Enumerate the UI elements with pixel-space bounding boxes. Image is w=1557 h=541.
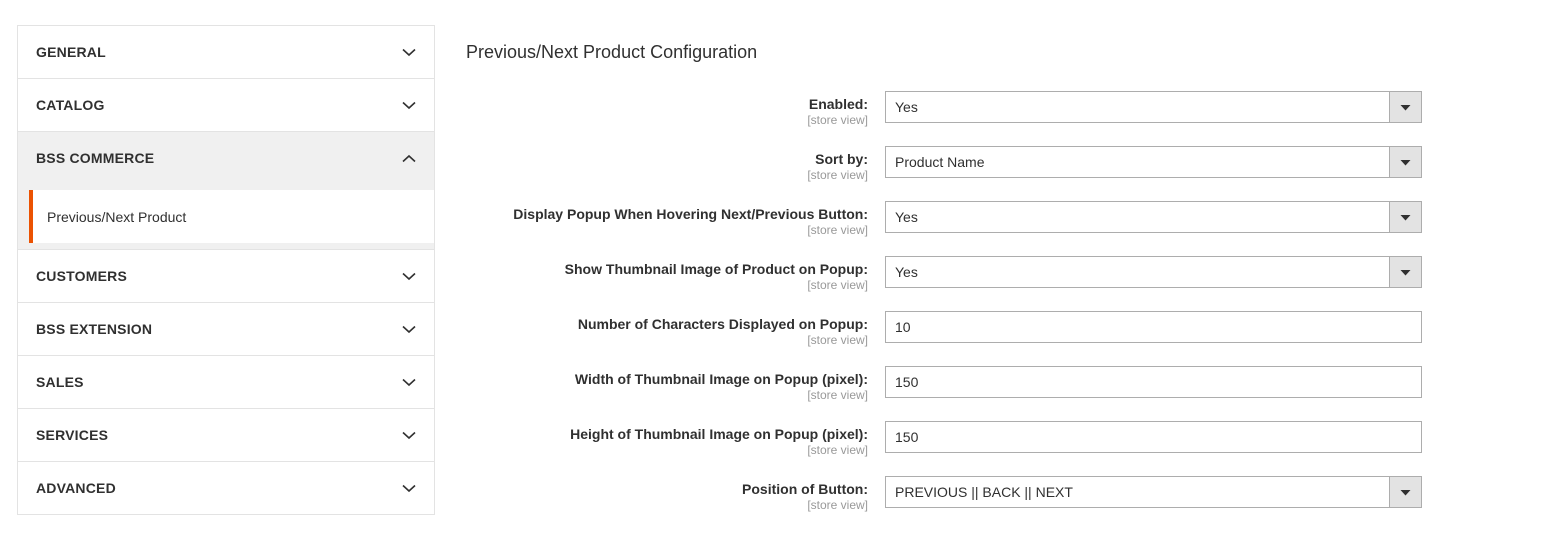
- field-scope: [store view]: [807, 168, 868, 182]
- chevron-down-icon: [402, 481, 416, 495]
- field-control: [885, 366, 1422, 398]
- chevron-down-icon[interactable]: [1389, 202, 1421, 232]
- chevron-down-icon[interactable]: [1389, 92, 1421, 122]
- field-row-sort-by: Sort by: [store view] Product Name: [466, 146, 1466, 201]
- sidebar-section-advanced: ADVANCED: [18, 462, 434, 515]
- chevron-down-icon[interactable]: [1389, 257, 1421, 287]
- sidebar-item-label: Previous/Next Product: [47, 208, 187, 225]
- thumbnail-height-input[interactable]: [885, 421, 1422, 453]
- field-scope: [store view]: [807, 223, 868, 237]
- field-label: Show Thumbnail Image of Product on Popup…: [564, 261, 868, 277]
- field-row-number-of-characters: Number of Characters Displayed on Popup:…: [466, 311, 1466, 366]
- field-scope: [store view]: [807, 498, 868, 512]
- sidebar-section-label: CATALOG: [36, 97, 105, 113]
- sidebar-section-header-services[interactable]: SERVICES: [18, 409, 434, 461]
- chevron-down-icon: [402, 98, 416, 112]
- sidebar-section-catalog: CATALOG: [18, 79, 434, 132]
- field-scope: [store view]: [807, 333, 868, 347]
- field-label: Display Popup When Hovering Next/Previou…: [513, 206, 868, 222]
- field-label: Number of Characters Displayed on Popup:: [577, 316, 868, 332]
- chevron-down-icon: [402, 269, 416, 283]
- field-row-thumbnail-width: Width of Thumbnail Image on Popup (pixel…: [466, 366, 1466, 421]
- sort-by-select[interactable]: Product Name: [885, 146, 1422, 178]
- field-label-cell: Height of Thumbnail Image on Popup (pixe…: [466, 421, 885, 457]
- config-fieldset: Enabled: [store view] Yes Sort by: [stor…: [466, 91, 1466, 531]
- enabled-select-value: Yes: [895, 99, 918, 115]
- field-control: Product Name: [885, 146, 1422, 178]
- field-label: Sort by:: [815, 151, 868, 167]
- field-control: Yes: [885, 201, 1422, 233]
- sort-by-select-value: Product Name: [895, 154, 985, 170]
- chevron-down-icon: [402, 322, 416, 336]
- field-control: Yes: [885, 91, 1422, 123]
- sidebar-section-label: SERVICES: [36, 427, 109, 443]
- number-of-characters-input[interactable]: [885, 311, 1422, 343]
- field-control: PREVIOUS || BACK || NEXT: [885, 476, 1422, 508]
- field-label-cell: Width of Thumbnail Image on Popup (pixel…: [466, 366, 885, 402]
- sidebar-section-customers: CUSTOMERS: [18, 250, 434, 303]
- sidebar-section-label: BSS COMMERCE: [36, 150, 155, 166]
- show-thumbnail-select[interactable]: Yes: [885, 256, 1422, 288]
- display-popup-hover-select-value: Yes: [895, 209, 918, 225]
- sidebar-section-general: GENERAL: [18, 26, 434, 79]
- chevron-down-icon: [402, 45, 416, 59]
- field-label-cell: Number of Characters Displayed on Popup:…: [466, 311, 885, 347]
- field-label: Width of Thumbnail Image on Popup (pixel…: [574, 371, 868, 387]
- field-label-cell: Sort by: [store view]: [466, 146, 885, 182]
- field-row-display-popup-hover: Display Popup When Hovering Next/Previou…: [466, 201, 1466, 256]
- chevron-down-icon: [402, 428, 416, 442]
- chevron-down-icon: [402, 375, 416, 389]
- sidebar-section-label: CUSTOMERS: [36, 268, 127, 284]
- enabled-select[interactable]: Yes: [885, 91, 1422, 123]
- field-row-thumbnail-height: Height of Thumbnail Image on Popup (pixe…: [466, 421, 1466, 476]
- sidebar-section-header-bss-extension[interactable]: BSS EXTENSION: [18, 303, 434, 355]
- config-page: GENERAL CATALOG BSS COMMERCE Previous/Ne…: [0, 0, 1557, 541]
- sidebar-section-items: Previous/Next Product: [18, 184, 434, 249]
- sidebar-section-header-customers[interactable]: CUSTOMERS: [18, 250, 434, 302]
- chevron-down-icon[interactable]: [1389, 147, 1421, 177]
- field-scope: [store view]: [807, 278, 868, 292]
- config-sidebar: GENERAL CATALOG BSS COMMERCE Previous/Ne…: [17, 25, 435, 515]
- field-label: Enabled:: [808, 96, 868, 112]
- field-control: [885, 421, 1422, 453]
- sidebar-section-services: SERVICES: [18, 409, 434, 462]
- sidebar-section-bss-extension: BSS EXTENSION: [18, 303, 434, 356]
- field-row-position-of-button: Position of Button: [store view] PREVIOU…: [466, 476, 1466, 531]
- sidebar-section-header-sales[interactable]: SALES: [18, 356, 434, 408]
- display-popup-hover-select[interactable]: Yes: [885, 201, 1422, 233]
- sidebar-section-header-general[interactable]: GENERAL: [18, 26, 434, 78]
- sidebar-section-header-bss-commerce[interactable]: BSS COMMERCE: [18, 132, 434, 184]
- field-label: Position of Button:: [742, 481, 868, 497]
- position-of-button-select-value: PREVIOUS || BACK || NEXT: [895, 484, 1073, 500]
- field-label-cell: Position of Button: [store view]: [466, 476, 885, 512]
- sidebar-section-sales: SALES: [18, 356, 434, 409]
- sidebar-section-label: GENERAL: [36, 44, 106, 60]
- field-label-cell: Show Thumbnail Image of Product on Popup…: [466, 256, 885, 292]
- field-scope: [store view]: [807, 388, 868, 402]
- sidebar-item-previous-next-product[interactable]: Previous/Next Product: [29, 190, 434, 243]
- chevron-down-icon[interactable]: [1389, 477, 1421, 507]
- sidebar-section-header-catalog[interactable]: CATALOG: [18, 79, 434, 131]
- sidebar-section-bss-commerce: BSS COMMERCE Previous/Next Product: [18, 132, 434, 250]
- field-row-enabled: Enabled: [store view] Yes: [466, 91, 1466, 146]
- sidebar-section-label: SALES: [36, 374, 84, 390]
- page-title: Previous/Next Product Configuration: [466, 42, 758, 62]
- chevron-up-icon: [402, 151, 416, 165]
- thumbnail-width-input[interactable]: [885, 366, 1422, 398]
- field-row-show-thumbnail: Show Thumbnail Image of Product on Popup…: [466, 256, 1466, 311]
- field-control: [885, 311, 1422, 343]
- sidebar-section-header-advanced[interactable]: ADVANCED: [18, 462, 434, 514]
- field-scope: [store view]: [807, 113, 868, 127]
- sidebar-section-label: ADVANCED: [36, 480, 116, 496]
- field-label-cell: Display Popup When Hovering Next/Previou…: [466, 201, 885, 237]
- field-label-cell: Enabled: [store view]: [466, 91, 885, 127]
- field-scope: [store view]: [807, 443, 868, 457]
- field-label: Height of Thumbnail Image on Popup (pixe…: [570, 426, 868, 442]
- config-content: Previous/Next Product Configuration Enab…: [466, 25, 1466, 531]
- sidebar-section-label: BSS EXTENSION: [36, 321, 153, 337]
- position-of-button-select[interactable]: PREVIOUS || BACK || NEXT: [885, 476, 1422, 508]
- show-thumbnail-select-value: Yes: [895, 264, 918, 280]
- field-control: Yes: [885, 256, 1422, 288]
